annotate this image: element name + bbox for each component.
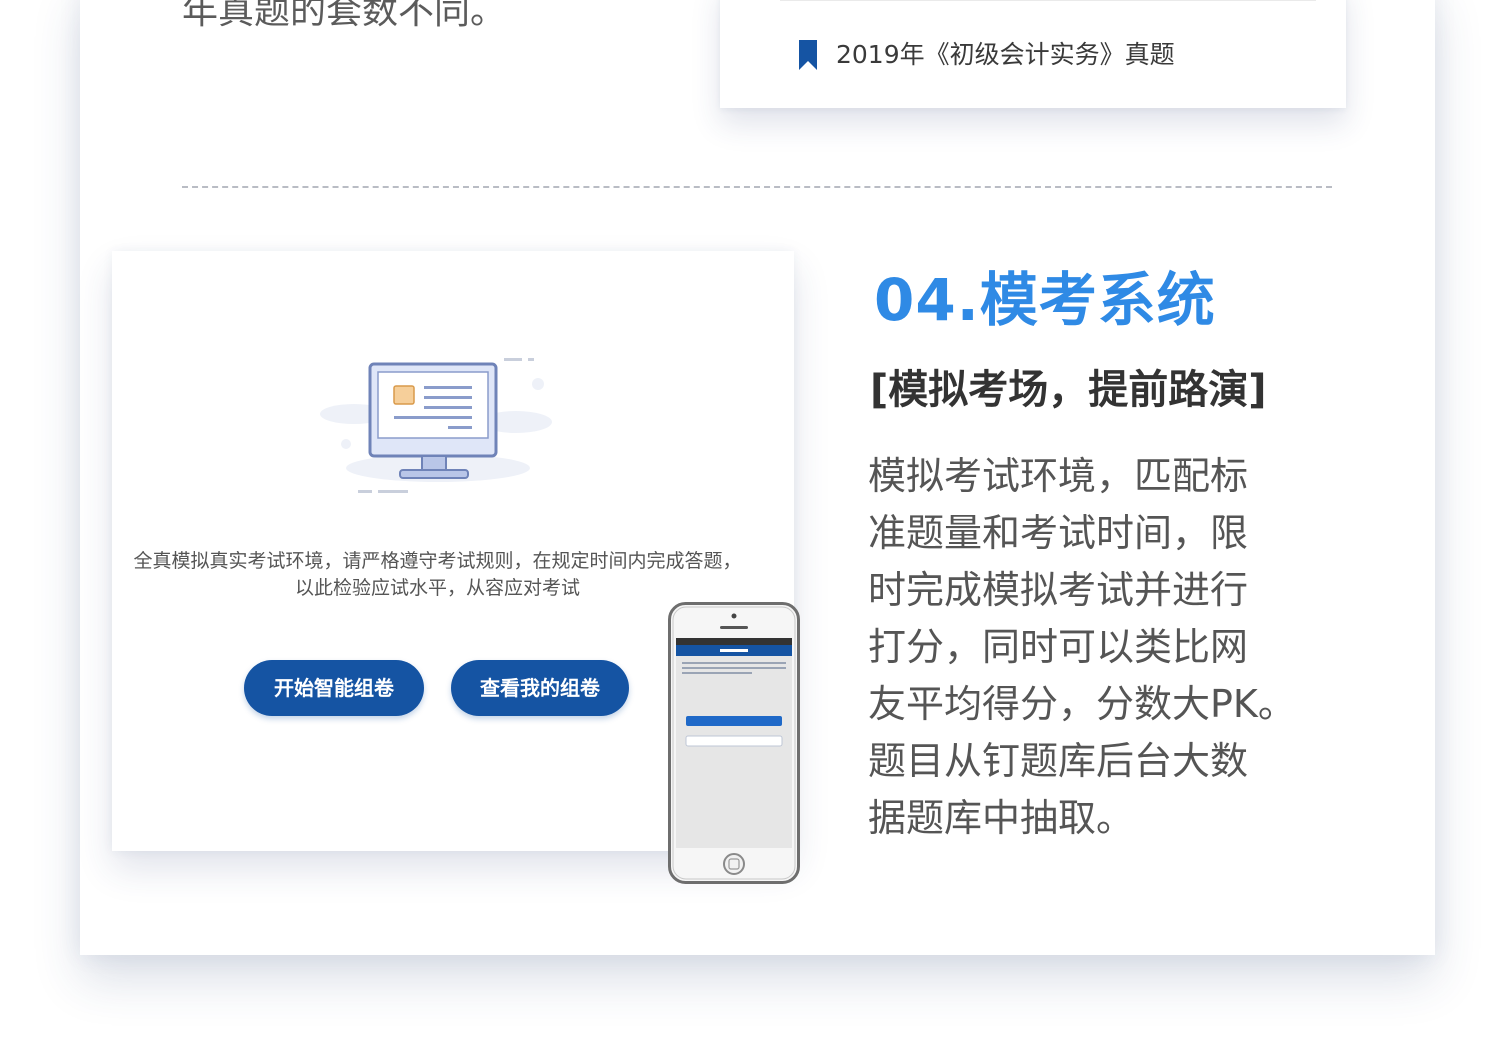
section-body: 模拟考试环境，匹配标 准题量和考试时间，限 时完成模拟考试并进行 打分，同时可以… — [868, 448, 1296, 847]
section-subtitle: [模拟考场，提前路演] — [870, 367, 1267, 413]
section-body-line: 打分，同时可以类比网 — [868, 625, 1249, 669]
section-body-line: 友平均得分，分数大PK。 — [868, 682, 1296, 726]
section-divider — [182, 186, 1332, 188]
card-divider — [780, 0, 1316, 1]
section-body-line: 题目从钉题库后台大数 — [868, 739, 1249, 783]
section-body-line: 模拟考试环境，匹配标 — [868, 454, 1249, 498]
previous-section-text: 年真题的套数不同。 — [182, 0, 682, 42]
section-body-line: 准题量和考试时间，限 — [868, 511, 1249, 555]
previous-section-line: 年真题的套数不同。 — [182, 0, 507, 32]
reference-card-label[interactable]: 2019年《初级会计实务》真题 — [836, 38, 1175, 72]
section-body-line: 时完成模拟考试并进行 — [868, 568, 1249, 612]
monitor-icon — [320, 358, 552, 493]
start-smart-paper-button[interactable]: 开始智能组卷 — [244, 660, 424, 716]
smartphone-icon — [668, 602, 800, 884]
section-title: 04.模考系统 — [874, 266, 1216, 334]
section-body-line: 据题库中抽取。 — [868, 796, 1135, 840]
view-my-papers-button[interactable]: 查看我的组卷 — [451, 660, 629, 716]
bookmark-icon — [799, 40, 817, 70]
mock-exam-description: 全真模拟真实考试环境，请严格遵守考试规则，在规定时间内完成答题，以此检验应试水平… — [133, 550, 742, 599]
